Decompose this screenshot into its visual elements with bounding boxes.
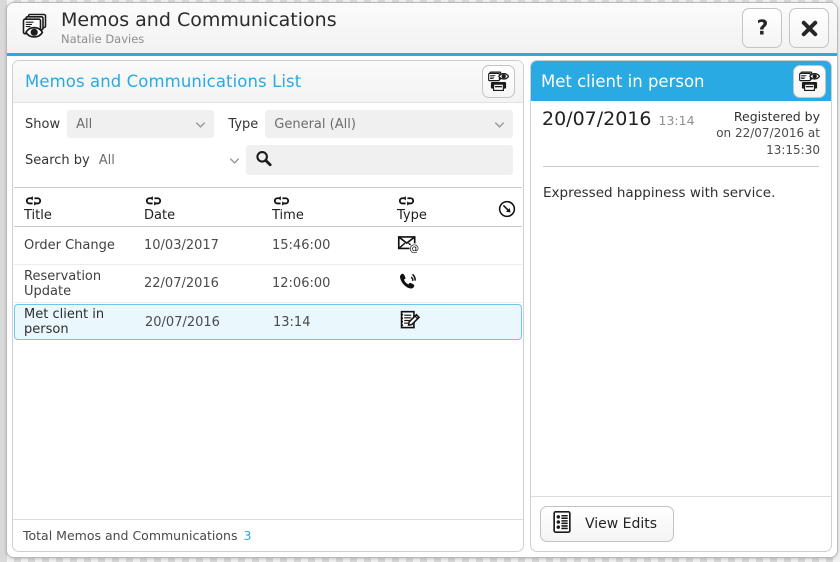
column-header-date[interactable]: Date bbox=[144, 193, 272, 226]
detail-panel-header: Met client in person bbox=[531, 61, 831, 101]
application-window: Memos and Communications Natalie Davies … bbox=[6, 2, 838, 558]
detail-registration: Registered by on 22/07/2016 at 13:15:30 bbox=[695, 108, 820, 159]
type-label: Type bbox=[228, 116, 259, 132]
row-type-cell bbox=[397, 271, 497, 297]
filter-bar: Show All Type General (All) Search by Al… bbox=[13, 103, 523, 185]
list-panel-header: Memos and Communications List bbox=[13, 61, 523, 103]
list-panel-title: Memos and Communications List bbox=[25, 72, 302, 91]
column-header-type-label: Type bbox=[397, 208, 427, 223]
registered-on-text: on 22/07/2016 at 13:15:30 bbox=[716, 126, 820, 157]
edit-list-icon bbox=[550, 509, 574, 539]
total-count: 3 bbox=[243, 528, 252, 543]
memo-list-panel: Memos and Communications List Show All T… bbox=[12, 60, 524, 552]
detail-meta: 20/07/2016 13:14 Registered by on 22/07/… bbox=[531, 101, 831, 173]
row-title: Reservation Update bbox=[24, 268, 102, 299]
type-dropdown-value: General (All) bbox=[274, 116, 356, 132]
detail-footer: View Edits bbox=[531, 496, 831, 551]
detail-print-preview-button[interactable] bbox=[793, 64, 826, 98]
detail-date: 20/07/2016 bbox=[542, 108, 652, 130]
question-mark-icon: ? bbox=[756, 17, 768, 40]
title-text-group: Memos and Communications Natalie Davies bbox=[61, 8, 735, 47]
column-header-time-label: Time bbox=[272, 208, 304, 223]
chevron-down-icon bbox=[193, 117, 208, 132]
memo-detail-panel: Met client in person 20/07/2016 13:14 Re… bbox=[530, 60, 832, 552]
print-preview-icon bbox=[488, 71, 510, 92]
row-date: 22/07/2016 bbox=[144, 276, 219, 291]
column-header-type[interactable]: Type bbox=[397, 193, 497, 226]
sort-toggle-icon bbox=[144, 193, 272, 207]
view-edits-label: View Edits bbox=[585, 516, 658, 532]
email-icon: @ bbox=[397, 234, 420, 258]
sort-toggle-icon bbox=[24, 193, 144, 207]
total-label: Total Memos and Communications bbox=[23, 528, 238, 543]
show-dropdown[interactable]: All bbox=[67, 110, 215, 138]
detail-meta-top: 20/07/2016 13:14 Registered by on 22/07/… bbox=[542, 108, 820, 159]
table-row[interactable]: Order Change 10/03/2017 15:46:00 @ bbox=[14, 227, 522, 265]
view-edits-button[interactable]: View Edits bbox=[540, 506, 675, 542]
column-header-title-label: Title bbox=[24, 208, 52, 223]
detail-divider bbox=[543, 166, 819, 167]
search-box[interactable] bbox=[245, 145, 513, 175]
row-date: 10/03/2017 bbox=[144, 238, 219, 253]
detail-body: Expressed happiness with service. bbox=[531, 173, 831, 496]
table-header-row: Title Date Time Type bbox=[14, 187, 522, 227]
help-button[interactable]: ? bbox=[742, 8, 782, 48]
page-title: Memos and Communications bbox=[61, 8, 337, 31]
table-row[interactable]: Reservation Update 22/07/2016 12:06:00 bbox=[14, 265, 522, 303]
svg-text:?: ? bbox=[756, 17, 768, 40]
type-dropdown[interactable]: General (All) bbox=[265, 110, 513, 138]
row-time: 13:14 bbox=[273, 314, 311, 330]
detail-panel-title: Met client in person bbox=[541, 71, 705, 91]
clear-filter-icon bbox=[498, 200, 515, 218]
search-by-label: Search by bbox=[25, 152, 90, 168]
memo-table-body: Order Change 10/03/2017 15:46:00 @ Reservati… bbox=[13, 227, 523, 519]
detail-body-text: Expressed happiness with service. bbox=[543, 185, 776, 201]
chevron-down-icon bbox=[227, 153, 242, 168]
search-icon bbox=[254, 149, 273, 172]
column-header-date-label: Date bbox=[144, 208, 176, 223]
row-type-cell bbox=[398, 309, 498, 336]
show-label: Show bbox=[25, 116, 61, 132]
list-print-preview-button[interactable] bbox=[482, 65, 515, 98]
phone-icon bbox=[397, 271, 419, 297]
search-input[interactable] bbox=[278, 152, 505, 168]
registered-by-label: Registered by bbox=[733, 109, 820, 124]
column-header-time[interactable]: Time bbox=[272, 193, 397, 226]
sort-toggle-icon bbox=[272, 193, 397, 207]
close-icon bbox=[801, 20, 817, 36]
show-dropdown-value: All bbox=[76, 116, 93, 132]
detail-datetime: 20/07/2016 13:14 bbox=[542, 108, 695, 130]
row-time: 12:06:00 bbox=[272, 276, 331, 291]
row-title: Met client in person bbox=[24, 307, 105, 337]
close-button[interactable] bbox=[789, 8, 829, 48]
page-subtitle: Natalie Davies bbox=[61, 31, 145, 46]
filter-row-top: Show All Type General (All) bbox=[25, 109, 513, 139]
sort-toggle-icon bbox=[397, 193, 497, 207]
detail-time: 13:14 bbox=[658, 113, 695, 128]
column-header-title[interactable]: Title bbox=[14, 193, 144, 226]
chevron-down-icon bbox=[492, 117, 507, 132]
print-preview-icon bbox=[799, 71, 821, 91]
documents-eye-icon bbox=[17, 10, 53, 46]
note-edit-icon bbox=[398, 309, 421, 336]
content-area: Memos and Communications List Show All T… bbox=[7, 56, 837, 557]
title-bar: Memos and Communications Natalie Davies … bbox=[7, 3, 837, 53]
table-row-selected[interactable]: Met client in person 20/07/2016 13:14 bbox=[14, 304, 522, 340]
clear-filter-button[interactable] bbox=[497, 200, 516, 226]
svg-text:@: @ bbox=[409, 243, 419, 254]
row-type-cell: @ bbox=[397, 234, 497, 258]
list-footer: Total Memos and Communications 3 bbox=[13, 519, 523, 551]
row-title: Order Change bbox=[24, 238, 115, 253]
search-by-dropdown[interactable]: All bbox=[97, 146, 242, 174]
search-by-dropdown-value: All bbox=[98, 152, 115, 168]
row-date: 20/07/2016 bbox=[145, 314, 220, 330]
row-time: 15:46:00 bbox=[272, 238, 331, 253]
filter-row-search: Search by All bbox=[25, 145, 513, 175]
